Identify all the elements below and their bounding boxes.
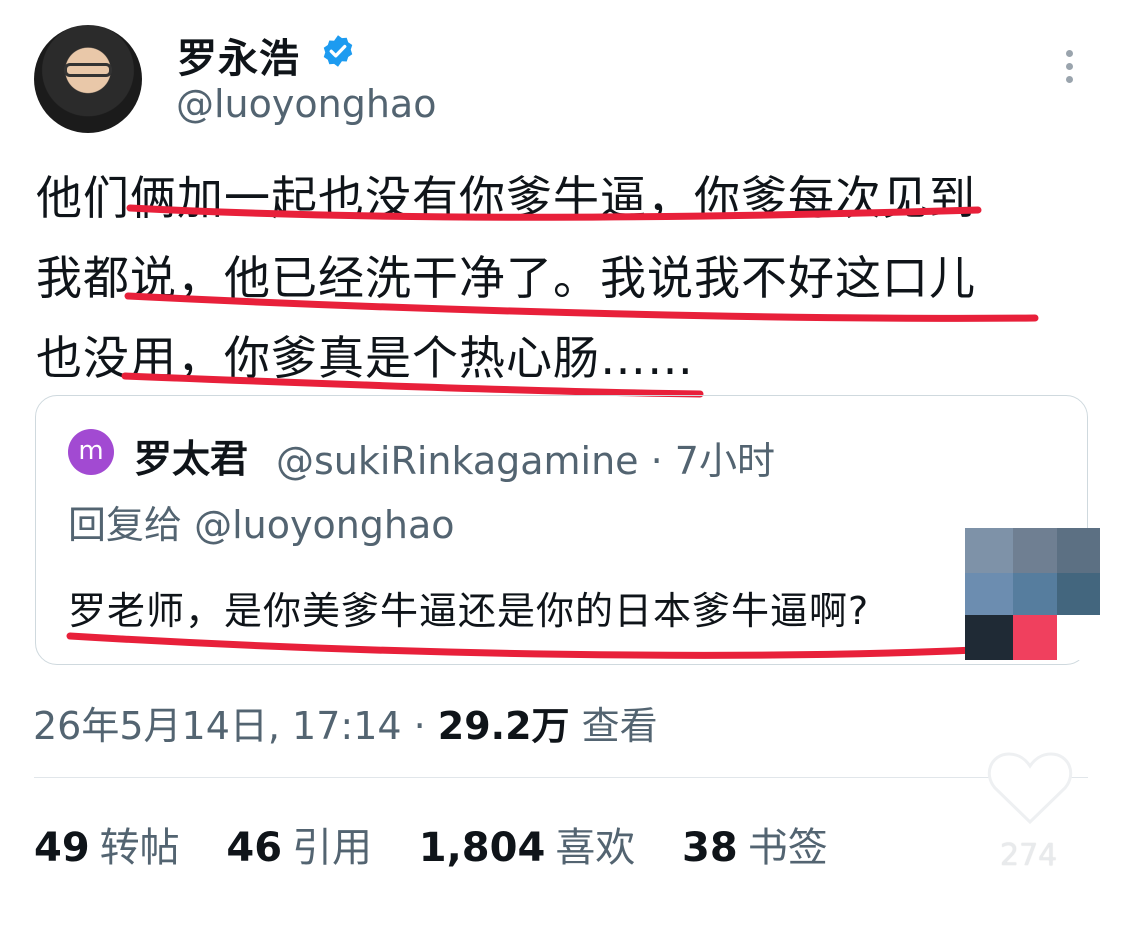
quotes-count[interactable]: 46 xyxy=(226,825,282,871)
timestamp: 26年5月14日, 17:14 · 29.2万 查看 xyxy=(33,695,658,750)
bookmarks-label[interactable]: 书签 xyxy=(748,825,828,871)
overlay-like-count: 274 xyxy=(1000,838,1058,873)
timestamp-date[interactable]: 26年5月14日, 17:14 · xyxy=(33,704,438,748)
quoted-avatar[interactable]: m xyxy=(68,429,114,475)
likes-label[interactable]: 喜欢 xyxy=(555,825,635,871)
quotes-label[interactable]: 引用 xyxy=(292,825,372,871)
divider xyxy=(34,777,1088,778)
quoted-author-name[interactable]: 罗太君 xyxy=(134,428,248,483)
engagement-stats: 49 转帖 46 引用 1,804 喜欢 38 书签 xyxy=(34,815,862,873)
quoted-meta: @sukiRinkagamine · 7小时 xyxy=(276,439,775,483)
reposts-count[interactable]: 49 xyxy=(34,825,90,871)
quoted-text: 罗老师，是你美爹牛逼还是你的日本爹牛逼啊? xyxy=(68,589,870,633)
reposts-label[interactable]: 转帖 xyxy=(100,825,180,871)
view-count: 29.2万 xyxy=(437,704,570,748)
view-label: 查看 xyxy=(569,704,658,748)
heart-icon[interactable] xyxy=(985,748,1075,828)
likes-count[interactable]: 1,804 xyxy=(419,825,546,871)
bookmarks-count[interactable]: 38 xyxy=(682,825,738,871)
quoted-reply-to: 回复给 @luoyonghao xyxy=(68,503,455,547)
mosaic-overlay xyxy=(965,528,1100,660)
